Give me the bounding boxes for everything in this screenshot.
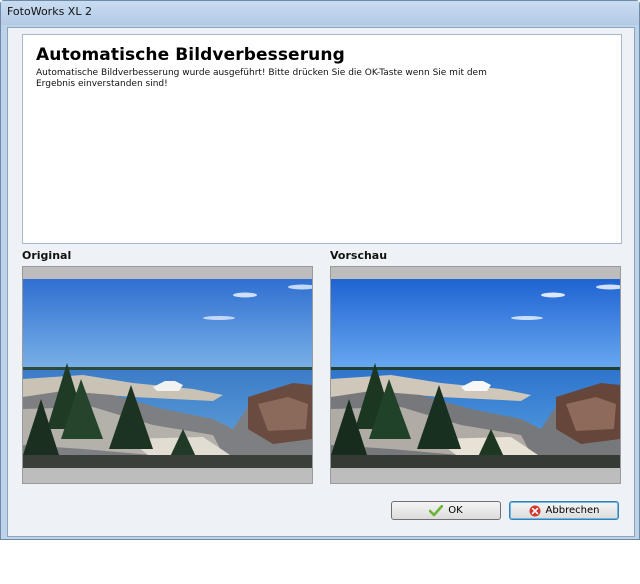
original-label: Original: [22, 249, 72, 262]
preview-label: Vorschau: [330, 249, 388, 262]
header-panel: Automatische Bildverbesserung Automatisc…: [22, 34, 622, 244]
app-window: FotoWorks XL 2 Automatische Bildverbesse…: [0, 0, 640, 540]
original-image: [23, 279, 312, 468]
preview-panel: [330, 266, 621, 484]
ok-button[interactable]: OK: [391, 501, 501, 520]
original-panel: [22, 266, 313, 484]
dialog-client: Automatische Bildverbesserung Automatisc…: [7, 27, 635, 537]
cancel-icon: [529, 505, 541, 516]
window-title: FotoWorks XL 2: [7, 5, 92, 18]
check-icon: [429, 504, 444, 516]
ok-button-label: OK: [448, 505, 463, 516]
cancel-button[interactable]: Abbrechen: [509, 501, 619, 520]
page-title: Automatische Bildverbesserung: [36, 45, 345, 65]
preview-image: [331, 279, 620, 468]
cancel-button-label: Abbrechen: [545, 505, 600, 516]
title-bar[interactable]: FotoWorks XL 2: [1, 1, 639, 25]
page-description: Automatische Bildverbesserung wurde ausg…: [36, 68, 487, 89]
